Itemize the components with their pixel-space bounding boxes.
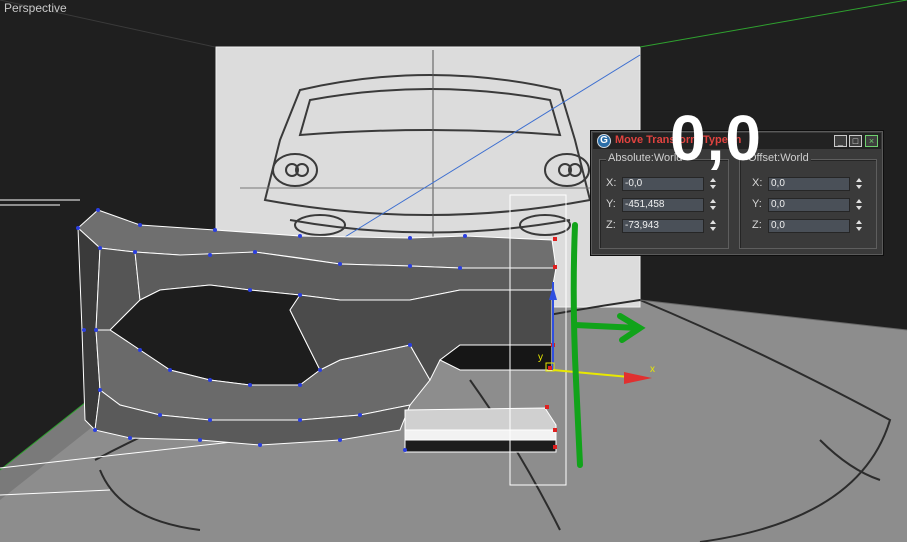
perspective-viewport[interactable]: x y Perspective G Move Transform Type-In… xyxy=(0,0,907,542)
abs-y-spinner[interactable] xyxy=(709,198,718,212)
abs-y-row: Y: -451,458 xyxy=(606,198,724,212)
abs-z-row: Z: -73,943 xyxy=(606,219,724,233)
annotation-text: 0,0 xyxy=(670,102,762,174)
abs-x-field[interactable]: -0,0 xyxy=(622,177,704,191)
abs-x-spinner[interactable] xyxy=(709,177,718,191)
viewport-label[interactable]: Perspective xyxy=(4,1,67,15)
minimize-button[interactable]: _ xyxy=(834,135,847,147)
off-x-row: X: 0,0 xyxy=(752,177,870,191)
abs-y-field[interactable]: -451,458 xyxy=(622,198,704,212)
abs-x-row: X: -0,0 xyxy=(606,177,724,191)
off-x-label: X: xyxy=(752,177,763,189)
abs-z-field[interactable]: -73,943 xyxy=(622,219,704,233)
off-z-label: Z: xyxy=(752,219,762,231)
off-y-row: Y: 0,0 xyxy=(752,198,870,212)
off-y-label: Y: xyxy=(752,198,762,210)
off-z-field[interactable]: 0,0 xyxy=(768,219,850,233)
abs-z-label: Z: xyxy=(606,219,616,231)
off-z-spinner[interactable] xyxy=(855,219,864,233)
bumper-mesh xyxy=(77,209,557,453)
viewport-scene[interactable]: x y xyxy=(0,0,907,542)
off-y-field[interactable]: 0,0 xyxy=(768,198,850,212)
app-logo-icon: G xyxy=(597,134,611,148)
close-button[interactable]: × xyxy=(865,135,878,147)
gizmo-y-label: y xyxy=(538,352,543,363)
abs-y-label: Y: xyxy=(606,198,616,210)
abs-z-spinner[interactable] xyxy=(709,219,718,233)
off-z-row: Z: 0,0 xyxy=(752,219,870,233)
off-x-spinner[interactable] xyxy=(855,177,864,191)
off-x-field[interactable]: 0,0 xyxy=(768,177,850,191)
maximize-button[interactable]: □ xyxy=(849,135,862,147)
gizmo-x-label: x xyxy=(650,364,655,375)
off-y-spinner[interactable] xyxy=(855,198,864,212)
abs-x-label: X: xyxy=(606,177,617,189)
